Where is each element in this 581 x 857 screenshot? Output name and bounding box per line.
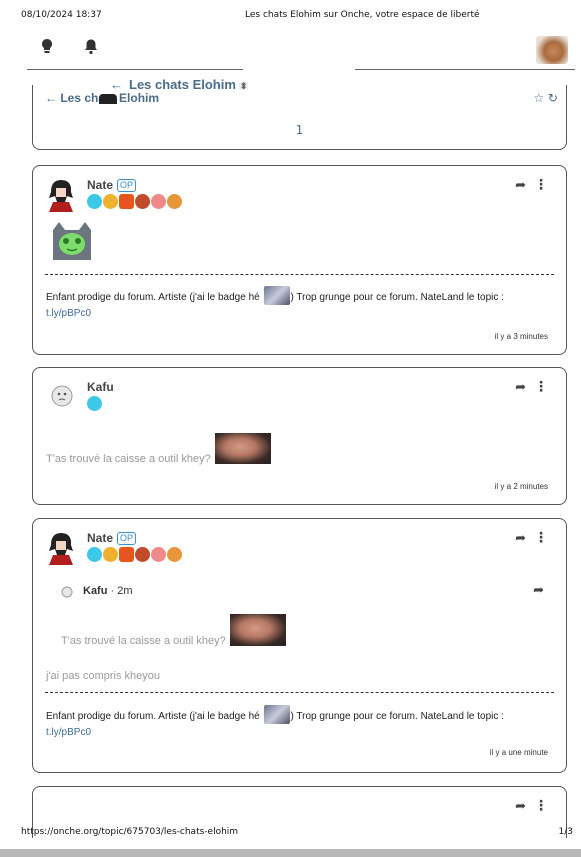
print-url: https://onche.org/topic/675703/les-chats…: [21, 827, 239, 837]
more-options-icon[interactable]: ⋮: [534, 380, 548, 394]
top-nav: [0, 30, 581, 72]
avatar[interactable]: [45, 178, 77, 212]
badge-icon[interactable]: [167, 194, 182, 209]
badge-icon[interactable]: [135, 194, 150, 209]
share-icon[interactable]: ➦: [515, 380, 526, 395]
quote-author[interactable]: Kafu · 2m: [83, 585, 133, 597]
quote-message: T'as trouvé la caisse a outil khey?: [61, 614, 286, 647]
post-time[interactable]: il y a une minute: [490, 748, 548, 757]
badge-icon[interactable]: [103, 194, 118, 209]
post-time[interactable]: il y a 2 minutes: [495, 482, 548, 491]
sort-updown-icon[interactable]: ⬍: [238, 81, 249, 90]
more-options-icon[interactable]: ⋮: [534, 178, 548, 192]
badge-icon[interactable]: [119, 547, 134, 562]
badge-row: [87, 547, 182, 563]
sticker-image: [263, 705, 290, 724]
signature-divider: [45, 274, 554, 275]
more-options-icon[interactable]: ⋮: [534, 799, 548, 813]
print-footer: https://onche.org/topic/675703/les-chats…: [0, 827, 581, 841]
sticky-topic-title[interactable]: ← Les chats Elohim ⬍: [110, 77, 249, 92]
print-header: 08/10/2024 18:37 Les chats Elohim sur On…: [0, 10, 581, 24]
sticker-image: [263, 286, 290, 305]
username[interactable]: Nate OP: [87, 531, 137, 545]
avatar[interactable]: [45, 531, 77, 565]
post-time[interactable]: il y a 3 minutes: [495, 332, 548, 341]
more-options-icon[interactable]: ⋮: [534, 531, 548, 545]
signature: Enfant prodige du forum. Artiste (j'ai l…: [46, 286, 553, 322]
quote-share-icon[interactable]: ➦: [533, 583, 544, 598]
badge-icon[interactable]: [151, 194, 166, 209]
nav-divider-right: [355, 69, 575, 70]
badge-icon[interactable]: [87, 396, 102, 411]
post-card: Kafu ➦ ⋮ T'as trouvé la caisse a outil k…: [32, 367, 567, 505]
username[interactable]: Nate OP: [87, 178, 137, 192]
signature-link[interactable]: t.ly/pBPc0: [46, 308, 91, 319]
sticker-face-image: [229, 614, 286, 646]
avatar[interactable]: [50, 384, 74, 408]
share-icon[interactable]: ➦: [515, 178, 526, 193]
badge-icon[interactable]: [151, 547, 166, 562]
lightbulb-icon[interactable]: [39, 38, 55, 56]
avatar-overlap-fragment: [99, 94, 117, 104]
op-badge: OP: [117, 532, 137, 545]
badge-icon[interactable]: [119, 194, 134, 209]
op-badge: OP: [117, 179, 137, 192]
bell-icon[interactable]: [83, 38, 99, 56]
signature-link[interactable]: t.ly/pBPc0: [46, 727, 91, 738]
badge-icon[interactable]: [87, 194, 102, 209]
user-avatar[interactable]: [536, 36, 568, 64]
badge-icon[interactable]: [135, 547, 150, 562]
username[interactable]: Kafu: [87, 380, 114, 394]
topic-actions[interactable]: ☆ ↻: [533, 91, 558, 105]
post-card: Nate OP ➦ ⋮ Kafu · 2m ➦ T'as trouvé la ca…: [32, 518, 567, 773]
print-title: Les chats Elohim sur Onche, votre espace…: [245, 10, 480, 20]
cat-sticker-image: [53, 222, 91, 260]
badge-row: [87, 396, 102, 412]
share-icon[interactable]: ➦: [515, 531, 526, 546]
back-arrow-icon[interactable]: ←: [110, 77, 123, 92]
post-message: j'ai pas compris kheyou: [46, 670, 160, 682]
nav-divider-left: [27, 69, 243, 70]
back-arrow-icon[interactable]: ←: [45, 91, 57, 105]
signature: Enfant prodige du forum. Artiste (j'ai l…: [46, 705, 553, 741]
sticker-face-image: [214, 433, 271, 464]
signature-divider: [45, 692, 554, 693]
post-message: T'as trouvé la caisse a outil khey?: [46, 433, 271, 465]
badge-row: [87, 194, 182, 210]
badge-icon[interactable]: [103, 547, 118, 562]
sticky-title-label: Les chats Elohim: [129, 77, 236, 92]
post-card: Nate OP ➦ ⋮ Enfant prodige du forum. Arti…: [32, 165, 567, 355]
bottom-scrollbar[interactable]: [0, 849, 581, 857]
page-number[interactable]: 1: [33, 123, 566, 137]
share-icon[interactable]: ➦: [515, 799, 526, 814]
quote-avatar: [61, 586, 73, 598]
print-page-count: 1/3: [558, 827, 573, 837]
badge-icon[interactable]: [167, 547, 182, 562]
print-date: 08/10/2024 18:37: [21, 10, 102, 20]
badge-icon[interactable]: [87, 547, 102, 562]
